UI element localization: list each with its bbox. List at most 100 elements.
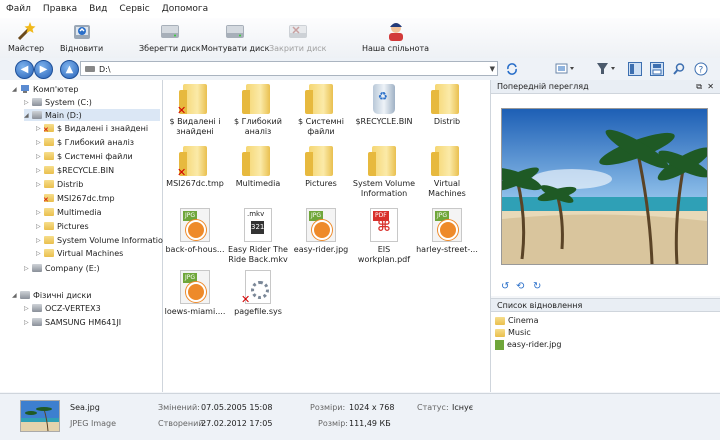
expand-arrow-icon[interactable]: ▷ (24, 265, 32, 272)
file-item[interactable]: JPG harley-street-... (415, 208, 479, 255)
folder-icon (44, 138, 54, 146)
tree-item-folder[interactable]: ▷ System Volume Information (36, 234, 168, 246)
folder-icon (242, 146, 270, 176)
file-item[interactable]: Virtual Machines (415, 146, 479, 199)
preview-image (501, 108, 708, 265)
menu-help[interactable]: Допомога (156, 4, 214, 14)
preview-panel-icon[interactable] (628, 62, 642, 76)
drive-icon (32, 264, 42, 272)
app-window: Файл Правка Вид Сервіс Допомога Майстер … (0, 0, 720, 440)
tree-item-folder[interactable]: ▷ $RECYCLE.BIN (36, 164, 114, 176)
restore-list-item[interactable]: easy-rider.jpg (495, 339, 561, 350)
file-item[interactable]: Multimedia (226, 146, 290, 189)
view-mode-icon[interactable] (555, 62, 577, 76)
restore-list-item[interactable]: Cinema (495, 315, 539, 326)
folder-icon (44, 180, 54, 188)
expand-arrow-icon[interactable]: ▷ (36, 223, 44, 230)
menu-view[interactable]: Вид (83, 4, 113, 14)
forward-button[interactable]: ▶ (34, 60, 53, 79)
expand-arrow-icon[interactable]: ▷ (36, 139, 44, 146)
save-disk-button[interactable]: Зберегти диск (139, 20, 201, 53)
collapse-arrow-icon[interactable]: ◢ (12, 292, 20, 299)
tree-item-physical-disks[interactable]: ◢ Фізичні диски (12, 289, 91, 301)
expand-arrow-icon[interactable]: ▷ (36, 167, 44, 174)
file-item[interactable]: .mkv 321 Easy Rider The Ride Back.mkv (226, 208, 290, 265)
preview-pane: ↺ ⟲ ↻ (491, 94, 720, 296)
toolbar: Майстер Відновити Зберегти диск Монтуват… (0, 18, 720, 59)
expand-arrow-icon[interactable]: ▷ (36, 237, 44, 244)
expand-arrow-icon[interactable]: ▷ (36, 209, 44, 216)
mount-disk-button[interactable]: Монтувати диск (201, 20, 269, 53)
expand-arrow-icon[interactable]: ▷ (36, 153, 44, 160)
tree-item-main-d[interactable]: ◢ Main (D:) (24, 109, 160, 121)
wizard-button[interactable]: Майстер (8, 20, 44, 53)
file-item[interactable]: ✕ pagefile.sys (226, 270, 290, 317)
expand-arrow-icon[interactable]: ▷ (36, 250, 44, 257)
file-item[interactable]: $ Системні файли (289, 84, 353, 137)
tree-item-company-e[interactable]: ▷ Company (E:) (24, 262, 100, 274)
beach-thumbnail-photo (21, 401, 59, 431)
rotate-right-icon[interactable]: ↻ (533, 281, 541, 292)
up-button[interactable]: ▲ (60, 60, 79, 79)
file-item[interactable]: JPG easy-rider.jpg (289, 208, 353, 255)
tree-item-folder[interactable]: ▷ ✕ $ Видалені і знайдені (36, 122, 148, 134)
file-item[interactable]: ✕ MSI267dc.tmp (163, 146, 227, 189)
close-disk-icon (288, 25, 307, 38)
help-icon[interactable]: ? (694, 62, 708, 76)
tree-item-folder[interactable]: ▷ Pictures (36, 220, 89, 232)
community-button[interactable]: Наша спільнота (362, 20, 429, 53)
file-item[interactable]: PDF ⌘ EIS workplan.pdf (352, 208, 416, 265)
status-created-value: 27.02.2012 17:05 (201, 419, 273, 428)
filter-icon[interactable] (596, 62, 618, 76)
close-disk-button[interactable]: Закрити диск (269, 20, 327, 53)
undock-icon[interactable]: ⧉ (696, 80, 702, 94)
tree-item-folder[interactable]: ✕ MSI267dc.tmp (36, 192, 115, 204)
tree-item-disk[interactable]: ▷ OCZ-VERTEX3 (24, 302, 101, 314)
tree-item-folder[interactable]: ▷ Virtual Machines (36, 247, 123, 259)
restore-list-item[interactable]: Music (495, 327, 531, 338)
status-filetype: JPEG Image (70, 419, 117, 428)
menu-file[interactable]: Файл (0, 4, 37, 14)
file-item[interactable]: Distrib (415, 84, 479, 127)
file-item[interactable]: $RECYCLE.BIN (352, 84, 416, 127)
wand-icon (17, 22, 36, 41)
tree-item-disk[interactable]: ▷ SAMSUNG HM641JI (24, 316, 121, 328)
address-bar[interactable]: D:\ ▼ (80, 61, 498, 76)
folder-deleted-icon: ✕ (177, 84, 207, 116)
status-filesize-label: Розмір: (318, 419, 349, 428)
chevron-down-icon[interactable]: ▼ (490, 62, 495, 77)
folder-icon (44, 152, 54, 160)
file-item[interactable]: $ Глибокий аналіз (226, 84, 290, 137)
expand-arrow-icon[interactable]: ▷ (24, 99, 32, 106)
expand-arrow-icon[interactable]: ▷ (24, 305, 32, 312)
collapse-arrow-icon[interactable]: ◢ (12, 86, 20, 93)
refresh-icon[interactable] (505, 62, 519, 76)
restore-list: Cinema Music easy-rider.jpg (491, 312, 720, 392)
restore-button[interactable]: Відновити (60, 20, 103, 53)
tree-item-system-c[interactable]: ▷ System (C:) (24, 96, 92, 108)
file-item[interactable]: JPG back-of-hous... (163, 208, 227, 255)
file-item[interactable]: ✕ $ Видалені і знайдені (163, 84, 227, 137)
restore-icon (73, 25, 90, 39)
file-item[interactable]: Pictures (289, 146, 353, 189)
tree-item-folder[interactable]: ▷ Multimedia (36, 206, 101, 218)
flip-icon[interactable]: ⟲ (516, 281, 524, 292)
file-item[interactable]: System Volume Information (352, 146, 416, 199)
tree-item-computer[interactable]: ◢ Комп'ютер (12, 83, 78, 95)
folder-icon (431, 146, 459, 176)
rotate-left-icon[interactable]: ↺ (501, 281, 509, 292)
search-icon[interactable] (672, 62, 686, 76)
file-item[interactable]: JPG loews-miami.... (163, 270, 227, 317)
expand-arrow-icon[interactable]: ▷ (24, 319, 32, 326)
file-thumbnail (20, 400, 60, 432)
expand-arrow-icon[interactable]: ▷ (36, 181, 44, 188)
menu-edit[interactable]: Правка (37, 4, 83, 14)
tree-item-folder[interactable]: ▷ $ Системні файли (36, 150, 133, 162)
collapse-arrow-icon[interactable]: ◢ (24, 112, 32, 119)
tree-item-folder[interactable]: ▷ $ Глибокий аналіз (36, 136, 134, 148)
close-icon[interactable]: ✕ (707, 80, 714, 94)
save-icon[interactable] (650, 62, 664, 76)
tree-item-folder[interactable]: ▷ Distrib (36, 178, 83, 190)
back-button[interactable]: ◀ (15, 60, 34, 79)
menu-tools[interactable]: Сервіс (113, 4, 155, 14)
